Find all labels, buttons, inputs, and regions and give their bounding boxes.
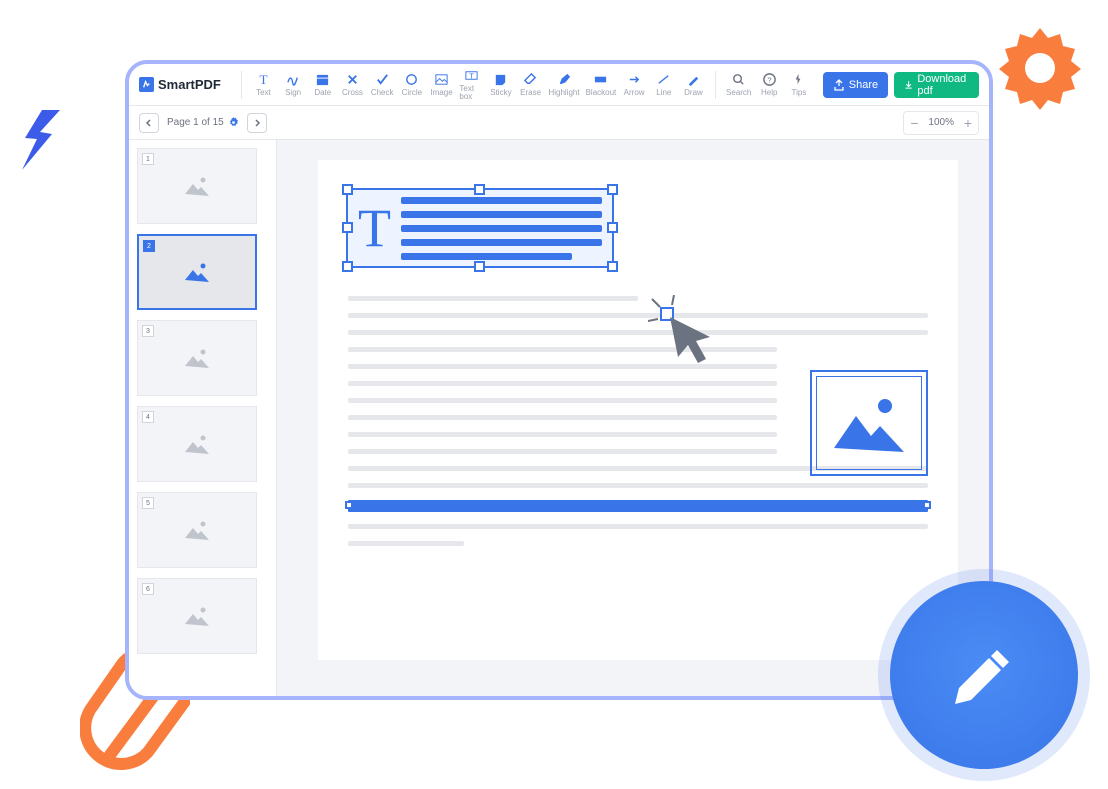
thumbnail-sidebar: 1 2 3 4 5 6 xyxy=(129,140,277,696)
zoom-value: 100% xyxy=(924,117,958,128)
resize-handle[interactable] xyxy=(474,184,485,195)
tool-date[interactable]: Date xyxy=(311,67,335,103)
tool-check[interactable]: Check xyxy=(370,67,394,103)
brand-label: SmartPDF xyxy=(158,77,221,92)
tool-cross[interactable]: Cross xyxy=(341,67,365,103)
tool-textbox[interactable]: TText box xyxy=(459,67,483,103)
svg-text:?: ? xyxy=(767,75,771,84)
pencil-icon xyxy=(949,640,1019,710)
image-placeholder[interactable] xyxy=(810,370,928,476)
resize-handle[interactable] xyxy=(342,261,353,272)
nav-bar: Page 1 of 15 − 100% + xyxy=(129,106,989,140)
tool-arrow[interactable]: Arrow xyxy=(622,67,646,103)
tool-tips[interactable]: Tips xyxy=(787,67,811,103)
page-thumbnail-2[interactable]: 2 xyxy=(137,234,257,310)
resize-handle[interactable] xyxy=(923,501,931,509)
tool-line[interactable]: Line xyxy=(652,67,676,103)
decorative-bolt-icon xyxy=(22,110,60,170)
edit-fab[interactable] xyxy=(890,581,1078,769)
next-page-button[interactable] xyxy=(247,113,267,133)
brand: SmartPDF xyxy=(139,77,221,92)
page-thumbnail-3[interactable]: 3 xyxy=(137,320,257,396)
page-indicator: Page 1 of 15 xyxy=(167,117,239,128)
decorative-gear-icon xyxy=(990,18,1090,118)
tool-circle[interactable]: Circle xyxy=(400,67,424,103)
page-thumbnail-5[interactable]: 5 xyxy=(137,492,257,568)
zoom-in-button[interactable]: + xyxy=(958,112,978,134)
tool-sticky[interactable]: Sticky xyxy=(489,67,513,103)
editor-canvas[interactable]: T xyxy=(277,140,989,696)
selected-textbox[interactable]: T xyxy=(346,188,614,268)
resize-handle[interactable] xyxy=(607,261,618,272)
tool-search[interactable]: Search xyxy=(726,67,751,103)
page-settings-icon[interactable] xyxy=(228,117,239,128)
document-page[interactable]: T xyxy=(318,160,958,660)
tool-text[interactable]: TText xyxy=(252,67,276,103)
document-text-placeholder xyxy=(348,524,928,546)
tool-help[interactable]: ?Help xyxy=(757,67,781,103)
page-thumbnail-6[interactable]: 6 xyxy=(137,578,257,654)
zoom-out-button[interactable]: − xyxy=(904,112,924,134)
tool-image[interactable]: Image xyxy=(430,67,454,103)
resize-handle[interactable] xyxy=(474,261,485,272)
tool-highlight[interactable]: Highlight xyxy=(548,67,579,103)
main-toolbar: SmartPDF TText Sign Date Cross Check Cir… xyxy=(129,64,989,106)
tool-sign[interactable]: Sign xyxy=(281,67,305,103)
resize-handle[interactable] xyxy=(607,184,618,195)
resize-handle[interactable] xyxy=(607,222,618,233)
app-window: SmartPDF TText Sign Date Cross Check Cir… xyxy=(125,60,993,700)
share-button[interactable]: Share xyxy=(823,72,888,98)
resize-handle[interactable] xyxy=(342,184,353,195)
zoom-control: − 100% + xyxy=(903,111,979,135)
image-icon xyxy=(829,388,909,458)
resize-handle[interactable] xyxy=(342,222,353,233)
svg-text:T: T xyxy=(469,71,474,80)
prev-page-button[interactable] xyxy=(139,113,159,133)
svg-text:T: T xyxy=(259,72,267,87)
selected-line-element[interactable] xyxy=(348,500,928,512)
textbox-letter-icon: T xyxy=(358,201,391,255)
tool-blackout[interactable]: Blackout xyxy=(586,67,617,103)
page-thumbnail-4[interactable]: 4 xyxy=(137,406,257,482)
tool-draw[interactable]: Draw xyxy=(682,67,706,103)
resize-handle[interactable] xyxy=(345,501,353,509)
page-thumbnail-1[interactable]: 1 xyxy=(137,148,257,224)
tool-erase[interactable]: Erase xyxy=(519,67,543,103)
download-button[interactable]: Download pdf xyxy=(894,72,979,98)
